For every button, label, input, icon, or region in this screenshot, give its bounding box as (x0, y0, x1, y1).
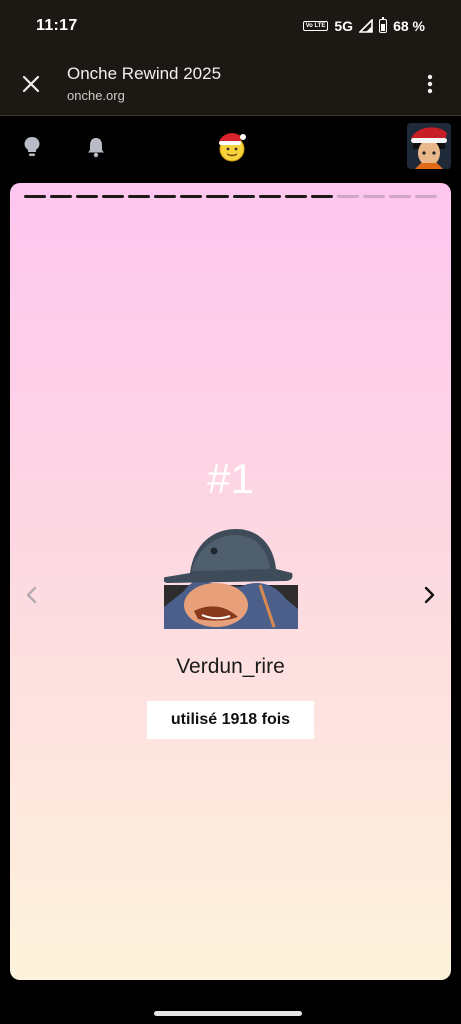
more-vert-icon (427, 74, 433, 93)
battery-label: 68 % (393, 18, 425, 34)
status-bar: 11:17 Vo LTE 5G 68 % (0, 0, 461, 52)
progress-segment (76, 195, 99, 198)
lightbulb-button[interactable] (18, 133, 46, 161)
rank-label: #1 (207, 455, 254, 502)
progress-segment (232, 195, 255, 198)
progress-segment (206, 195, 229, 198)
close-icon (22, 75, 40, 92)
page-url: onche.org (67, 88, 125, 103)
santa-smiley-logo (219, 133, 246, 162)
close-button[interactable] (0, 52, 62, 116)
notifications-button[interactable] (82, 133, 110, 161)
progress-segment (180, 195, 203, 198)
progress-segment (284, 195, 307, 198)
home-indicator[interactable] (154, 1011, 302, 1016)
emoji-name: Verdun_rire (176, 655, 285, 678)
site-logo[interactable] (214, 129, 248, 163)
progress-segment (50, 195, 73, 198)
site-nav (0, 117, 461, 177)
progress-segment (414, 195, 437, 198)
progress-segment (154, 195, 177, 198)
rewind-story-card[interactable]: #1 Verdun_rire utilisé 1918 fois (10, 183, 451, 980)
progress-segment (24, 195, 47, 198)
progress-segment (258, 195, 281, 198)
battery-icon (379, 17, 388, 33)
progress-segment (362, 195, 385, 198)
user-avatar-icon (407, 123, 451, 169)
progress-segment (388, 195, 411, 198)
lightbulb-icon (24, 137, 40, 156)
page-title: Onche Rewind 2025 (67, 64, 222, 83)
user-avatar[interactable] (407, 123, 451, 169)
network-label: 5G (334, 18, 354, 34)
story-progress-bar (24, 195, 437, 198)
next-arrow-icon[interactable] (419, 583, 439, 607)
usage-count-badge: utilisé 1918 fois (147, 701, 314, 739)
browser-toolbar: Onche Rewind 2025 onche.org (0, 52, 461, 116)
bell-icon (88, 138, 104, 158)
progress-segment (336, 195, 359, 198)
browser-titles: Onche Rewind 2025 onche.org (62, 64, 399, 103)
status-time: 11:17 (36, 17, 78, 34)
signal-icon (359, 19, 373, 33)
volte-icon: Vo LTE (302, 21, 329, 31)
more-options-button[interactable] (399, 52, 461, 116)
emoji-image (164, 529, 298, 629)
progress-segment (310, 195, 333, 198)
progress-segment (128, 195, 151, 198)
previous-arrow-icon[interactable] (22, 583, 42, 607)
progress-segment (102, 195, 125, 198)
status-icons: Vo LTE 5G 68 % (302, 17, 425, 34)
